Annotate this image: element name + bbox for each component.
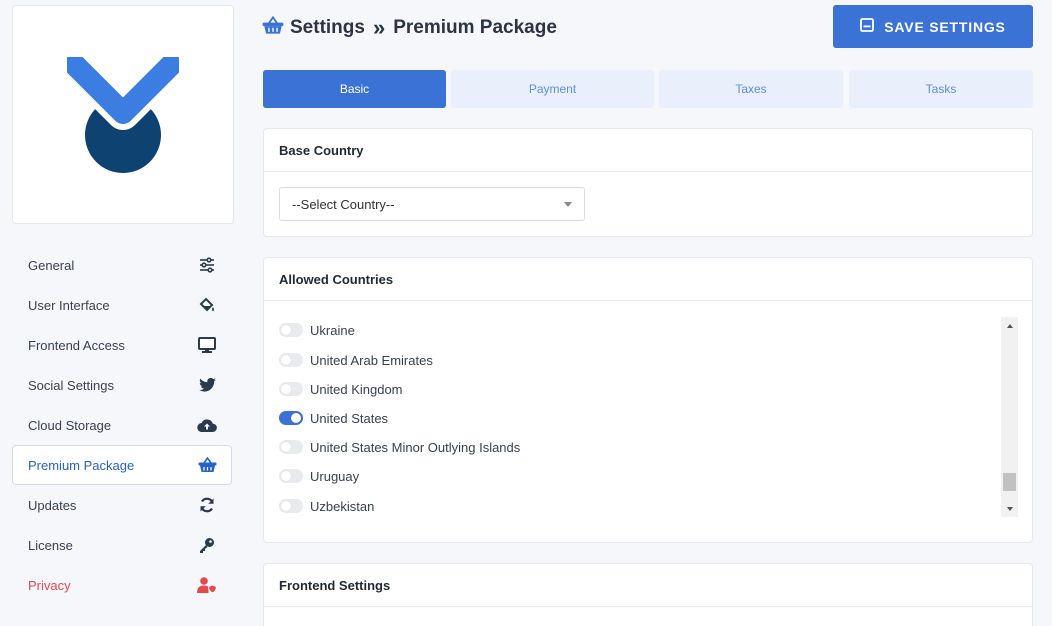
arrow-down-icon — [1006, 506, 1013, 511]
paint-bucket-icon — [197, 295, 217, 315]
sidebar-item-label: Social Settings — [28, 377, 114, 393]
save-settings-button[interactable]: SAVE SETTINGS — [833, 5, 1033, 48]
country-label: United Kingdom — [310, 381, 403, 397]
country-toggle-uae[interactable] — [279, 353, 303, 367]
twitter-icon — [197, 375, 217, 395]
country-label: United States — [310, 410, 389, 426]
sidebar-item-general[interactable]: General — [12, 245, 232, 285]
tab-payment[interactable]: Payment — [451, 70, 654, 108]
country-label: United States Minor Outlying Islands — [310, 439, 521, 455]
list-item: United Kingdom — [279, 379, 403, 399]
scroll-down-button[interactable] — [1001, 500, 1018, 517]
scroll-up-button[interactable] — [1001, 317, 1018, 334]
list-item: Ukraine — [279, 320, 355, 340]
allowed-countries-title: Allowed Countries — [264, 258, 1032, 301]
save-icon — [860, 18, 875, 35]
breadcrumb-separator: » — [372, 15, 386, 40]
list-item: United States Minor Outlying Islands — [279, 437, 520, 457]
sliders-icon — [197, 255, 217, 275]
sidebar-item-frontend-access[interactable]: Frontend Access — [12, 325, 232, 365]
basket-icon — [197, 455, 217, 475]
sidebar-item-cloud-storage[interactable]: Cloud Storage — [12, 405, 232, 445]
settings-tabs: Basic Payment Taxes Tasks — [263, 70, 1033, 108]
base-country-select[interactable]: --Select Country-- — [279, 187, 585, 221]
sidebar-item-label: License — [28, 537, 73, 553]
save-settings-label: SAVE SETTINGS — [884, 18, 1006, 35]
breadcrumb-root: Settings — [290, 17, 365, 38]
basket-icon — [262, 15, 284, 41]
scrollbar-thumb[interactable] — [1003, 473, 1016, 491]
breadcrumb-current: Premium Package — [393, 17, 557, 38]
sidebar-item-label: Privacy — [28, 577, 71, 593]
sidebar-item-label: Updates — [28, 497, 77, 513]
list-item: United Arab Emirates — [279, 350, 433, 370]
country-label: Ukraine — [310, 322, 355, 338]
country-list-scrollbar[interactable] — [1001, 317, 1018, 517]
sidebar-item-label: Frontend Access — [28, 337, 125, 353]
list-item: Uruguay — [279, 466, 359, 486]
country-label: Uzbekistan — [310, 498, 375, 514]
tab-basic[interactable]: Basic — [263, 70, 446, 108]
sidebar-item-updates[interactable]: Updates — [12, 485, 232, 525]
allowed-countries-card: Allowed Countries Ukraine United Arab Em… — [263, 257, 1033, 543]
frontend-settings-title: Frontend Settings — [264, 564, 1032, 607]
country-toggle-uruguay[interactable] — [279, 469, 303, 483]
country-toggle-ukraine[interactable] — [279, 323, 303, 337]
base-country-card: Base Country --Select Country-- — [263, 128, 1033, 237]
key-icon — [197, 535, 217, 555]
sidebar-item-label: Premium Package — [28, 457, 135, 473]
logo-card — [12, 5, 234, 224]
country-toggle-uzbekistan[interactable] — [279, 499, 303, 513]
tab-taxes[interactable]: Taxes — [659, 70, 843, 108]
sidebar-item-label: General — [28, 257, 75, 273]
cloud-upload-icon — [197, 415, 217, 435]
sync-icon — [197, 495, 217, 515]
sidebar-item-premium-package[interactable]: Premium Package — [12, 445, 232, 485]
base-country-title: Base Country — [264, 129, 1032, 172]
tab-tasks[interactable]: Tasks — [849, 70, 1033, 108]
sidebar-item-label: User Interface — [28, 297, 110, 313]
allowed-countries-list: Ukraine United Arab Emirates United King… — [279, 317, 1019, 517]
monitor-icon — [197, 335, 217, 355]
sidebar-item-social-settings[interactable]: Social Settings — [12, 365, 232, 405]
country-label: United Arab Emirates — [310, 352, 433, 368]
country-label: Uruguay — [310, 468, 360, 484]
page-title: Settings » Premium Package — [262, 14, 557, 42]
arrow-up-icon — [1006, 323, 1013, 328]
sidebar-nav: General User Interface Frontend Access S… — [12, 245, 232, 605]
sidebar-item-license[interactable]: License — [12, 525, 232, 565]
caret-down-icon — [564, 201, 572, 207]
sidebar-item-user-interface[interactable]: User Interface — [12, 285, 232, 325]
list-item: United States — [279, 408, 388, 428]
frontend-settings-card: Frontend Settings — [263, 563, 1033, 626]
country-toggle-us[interactable] — [279, 411, 303, 425]
list-item: Uzbekistan — [279, 496, 374, 516]
sidebar-item-label: Cloud Storage — [28, 417, 112, 433]
brand-logo-icon — [67, 56, 179, 173]
country-toggle-uk[interactable] — [279, 382, 303, 396]
sidebar-item-privacy[interactable]: Privacy — [12, 565, 232, 605]
user-shield-icon — [197, 575, 217, 595]
base-country-selected: --Select Country-- — [292, 196, 395, 212]
country-toggle-us-minor[interactable] — [279, 440, 303, 454]
